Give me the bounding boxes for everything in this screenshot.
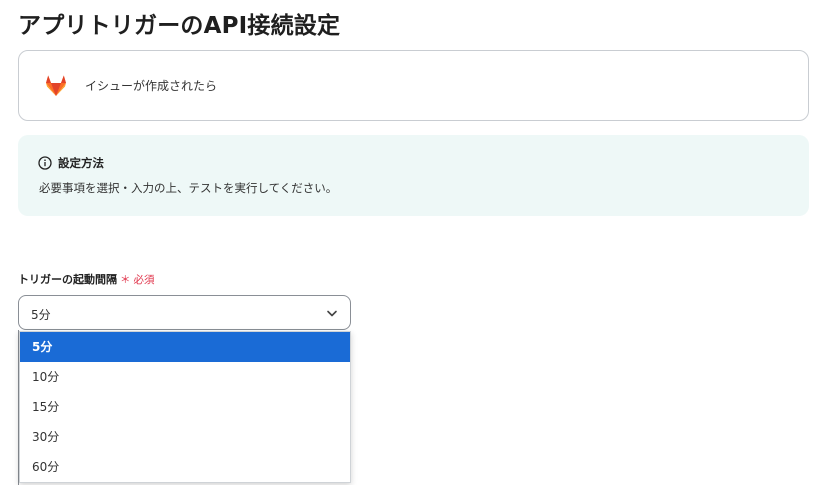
option-15min[interactable]: 15分 <box>20 392 350 422</box>
option-30min[interactable]: 30分 <box>20 422 350 452</box>
option-5min[interactable]: 5分 <box>20 332 350 362</box>
interval-select[interactable]: 5分 <box>18 295 351 330</box>
trigger-label: イシューが作成されたら <box>85 79 218 93</box>
interval-select-value: 5分 <box>31 308 51 322</box>
option-10min[interactable]: 10分 <box>20 362 350 392</box>
info-body: 必要事項を選択・入力の上、テストを実行してください。 <box>39 181 338 195</box>
info-circle-icon <box>38 156 52 170</box>
gitlab-logo-icon <box>46 75 66 96</box>
interval-field-label: トリガーの起動間隔 ＊ 必須 <box>18 271 155 287</box>
required-text: 必須 <box>133 273 155 286</box>
option-60min[interactable]: 60分 <box>20 452 350 482</box>
page-title: アプリトリガーのAPI接続設定 <box>18 13 341 39</box>
info-title: 設定方法 <box>58 156 104 170</box>
required-mark: ＊ <box>120 273 131 286</box>
info-header: 設定方法 <box>38 155 104 171</box>
info-box: 設定方法 必要事項を選択・入力の上、テストを実行してください。 <box>18 135 809 216</box>
interval-dropdown-list: 5分 10分 15分 30分 60分 <box>19 331 351 483</box>
chevron-down-icon <box>327 310 337 317</box>
interval-label-text: トリガーの起動間隔 <box>18 273 117 286</box>
app-trigger-card[interactable]: イシューが作成されたら <box>18 50 809 121</box>
